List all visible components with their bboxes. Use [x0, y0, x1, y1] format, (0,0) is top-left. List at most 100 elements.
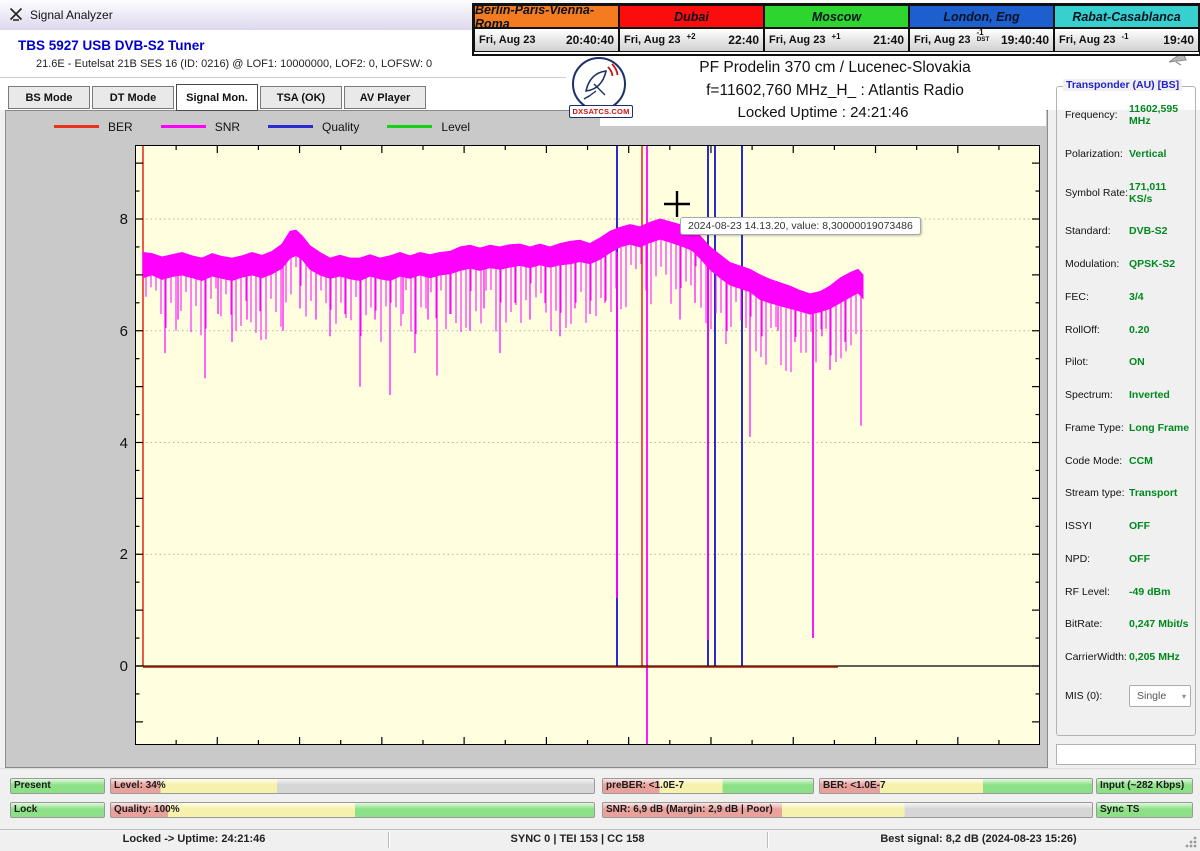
status-best-signal: Best signal: 8,2 dB (2024-08-23 15:26) [767, 833, 1190, 845]
transponder-value: OFF [1129, 553, 1191, 565]
transponder-row: RF Level:-49 dBm [1065, 586, 1191, 598]
dxsatcs-logo: DXSATCS.COM [569, 57, 633, 123]
transponder-value: QPSK-S2 [1129, 258, 1191, 270]
transponder-row: NPD:OFF [1065, 553, 1191, 565]
tab-dt-mode[interactable]: DT Mode [92, 86, 174, 109]
legend-item-level: Level [387, 120, 470, 134]
status-bar: Locked -> Uptime: 24:21:46 SYNC 0 | TEI … [0, 829, 1200, 851]
transponder-row: CarrierWidth:0,205 MHz [1065, 651, 1191, 663]
transponder-value: 0,247 Mbit/s [1129, 618, 1191, 630]
signal-plot[interactable] [135, 145, 1040, 745]
clock-time: 19:40:40 [1001, 33, 1049, 47]
transponder-row: Code Mode:CCM [1065, 455, 1191, 467]
transponder-row: Stream type:Transport [1065, 487, 1191, 499]
clock-date: Fri, Aug 23 [914, 34, 970, 46]
preber-bar-label: preBER: <1.0E-7 [606, 780, 684, 791]
transponder-panel-title: Transponder (AU) [BS] [1063, 79, 1182, 91]
clock-cell: Fri, Aug 23+121:40 [764, 28, 909, 52]
clock-city-header: Rabat-Casablanca [1054, 5, 1199, 28]
transponder-value: 0.20 [1129, 324, 1191, 336]
y-tick-label: 2 [100, 546, 128, 563]
y-tick-label: 4 [100, 435, 128, 452]
tuner-subtitle: 21.6E - Eutelsat 21B SES 16 (ID: 0216) @… [36, 58, 432, 70]
transponder-label: Symbol Rate: [1065, 187, 1129, 199]
clock-city-header: Dubai [619, 5, 764, 28]
clock-cell: Fri, Aug 23 20:40:40 [474, 28, 619, 52]
legend-swatch [387, 125, 432, 128]
transponder-value: 11602,595 MHz [1129, 103, 1191, 127]
chevron-down-icon: ▾ [1182, 692, 1186, 701]
frequency-line: f=11602,760 MHz_H_ : Atlantis Radio [600, 82, 1070, 100]
clock-utc-offset: +2 [686, 33, 695, 40]
resize-grip[interactable] [1185, 836, 1197, 848]
world-clocks: Berlin-Paris-Vienna-RomaDubaiMoscowLondo… [472, 3, 1200, 56]
message-box [1056, 744, 1196, 765]
mis-dropdown[interactable]: Single ▾ [1129, 685, 1191, 707]
y-tick-label: 6 [100, 323, 128, 340]
clock-date: Fri, Aug 23 [1059, 34, 1115, 46]
clock-time: 22:40 [728, 33, 759, 47]
mis-row: MIS (0): Single ▾ [1065, 685, 1191, 707]
syncts-bar-label: Sync TS [1100, 804, 1139, 815]
tuner-title: TBS 5927 USB DVB-S2 Tuner [18, 38, 205, 53]
clock-city-header: Moscow [764, 5, 909, 28]
bar-sheen [111, 803, 594, 809]
transponder-label: Stream type: [1065, 487, 1129, 499]
transponder-value: Long Frame [1129, 422, 1191, 434]
transponder-row: Polarization:Vertical [1065, 148, 1191, 160]
level-bar-label: Level: 34% [114, 780, 166, 791]
transponder-value: OFF [1129, 520, 1191, 532]
app-antenna-icon [9, 7, 23, 26]
legend-swatch [268, 125, 313, 128]
legend-item-quality: Quality [268, 120, 359, 134]
preber-bar: preBER: <1.0E-7 [602, 778, 814, 794]
transponder-row: Symbol Rate:171,011 KS/s [1065, 181, 1191, 205]
chart-tooltip: 2024-08-23 14.13.20, value: 8,3000001907… [680, 217, 921, 235]
y-tick-label: 8 [100, 211, 128, 228]
clock-cell: Fri, Aug 23-1DST19:40:40 [909, 28, 1054, 52]
transponder-value: CCM [1129, 455, 1191, 467]
transponder-rows: Frequency:11602,595 MHzPolarization:Vert… [1065, 103, 1191, 663]
tab-av-player[interactable]: AV Player [344, 86, 426, 109]
transponder-label: Modulation: [1065, 258, 1129, 270]
transponder-value: Inverted [1129, 389, 1191, 401]
transponder-row: ISSYIOFF [1065, 520, 1191, 532]
tab-signal-mon-[interactable]: Signal Mon. [176, 84, 258, 111]
transponder-value: 3/4 [1129, 291, 1191, 303]
syncts-bar: Sync TS [1096, 802, 1193, 818]
mis-label: MIS (0): [1065, 690, 1129, 702]
transponder-row: Standard:DVB-S2 [1065, 225, 1191, 237]
site-line: PF Prodelin 370 cm / Lucenec-Slovakia [600, 59, 1070, 77]
transponder-label: Spectrum: [1065, 389, 1129, 401]
clock-utc-offset: -1 [1121, 33, 1128, 40]
locked-uptime-line: Locked Uptime : 24:21:46 [600, 104, 1046, 121]
transponder-label: FEC: [1065, 291, 1129, 303]
tab-bs-mode[interactable]: BS Mode [8, 86, 90, 109]
tab-tsa-ok-[interactable]: TSA (OK) [260, 86, 342, 109]
legend-swatch [161, 125, 206, 128]
signal-chart-panel: BER SNR Quality Level 0 2 4 6 8 2024-08-23 14.1… [5, 110, 1048, 768]
snr-bar-label: SNR: 6,9 dB (Margin: 2,9 dB | Poor) [606, 804, 773, 815]
transponder-label: BitRate: [1065, 618, 1129, 630]
legend-item-ber: BER [54, 120, 133, 134]
y-tick-label: 0 [100, 658, 128, 675]
clock-date: Fri, Aug 23 [479, 34, 535, 46]
transponder-value: 0,205 MHz [1129, 651, 1191, 663]
transponder-label: Frame Type: [1065, 422, 1129, 434]
bar-sheen [111, 779, 594, 785]
clock-date: Fri, Aug 23 [769, 34, 825, 46]
transponder-row: RollOff:0.20 [1065, 324, 1191, 336]
transponder-value: -49 dBm [1129, 586, 1191, 598]
transponder-panel: Transponder (AU) [BS] Frequency:11602,59… [1056, 86, 1196, 736]
transponder-label: ISSYI [1065, 520, 1129, 532]
legend-label: Quality [322, 120, 359, 134]
legend-label: SNR [215, 120, 240, 134]
clock-time: 20:40:40 [566, 33, 614, 47]
clock-time: 19:40 [1163, 33, 1194, 47]
transponder-label: RF Level: [1065, 586, 1129, 598]
transponder-value: Transport [1129, 487, 1191, 499]
mis-value: Single [1137, 690, 1166, 702]
level-bar: Level: 34% [110, 778, 595, 794]
transponder-row: BitRate:0,247 Mbit/s [1065, 618, 1191, 630]
clock-utc-offset: +1 [831, 33, 840, 40]
